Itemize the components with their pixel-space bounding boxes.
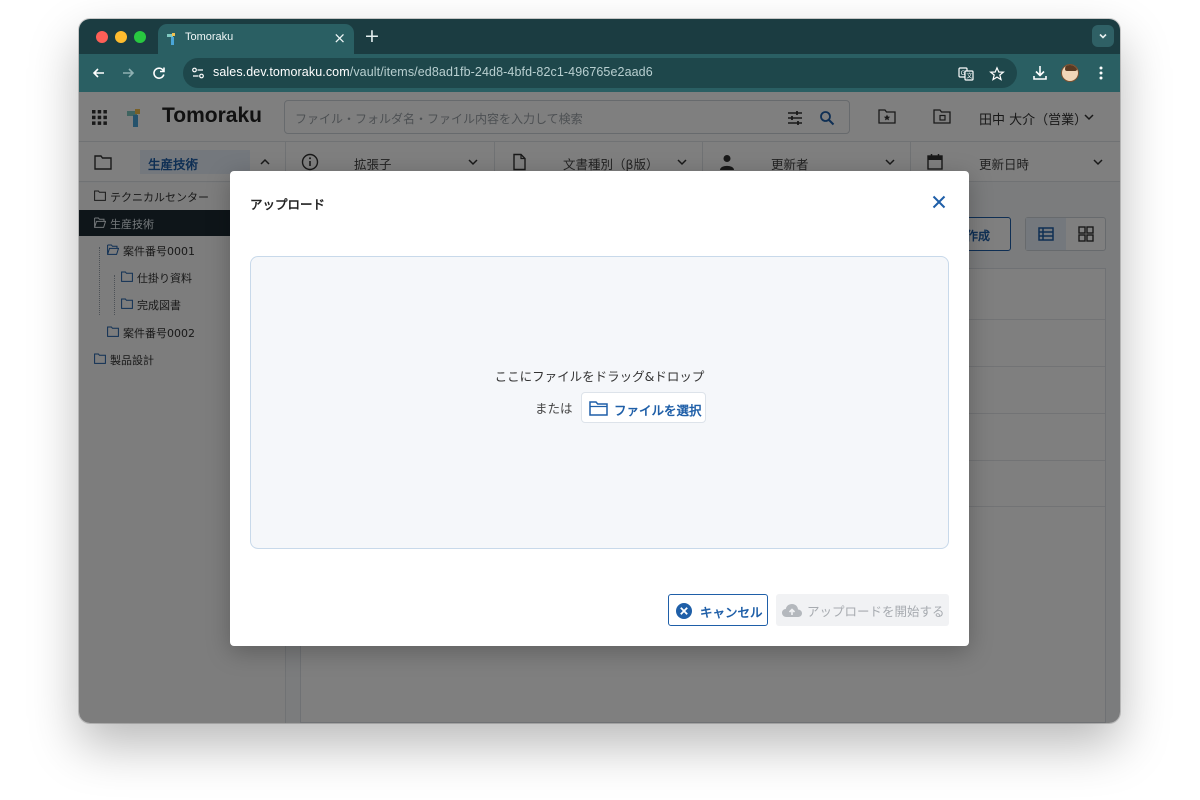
- browser-tab-bar: Tomoraku × +: [79, 19, 1120, 54]
- close-icon[interactable]: [930, 193, 948, 211]
- back-arrow-icon[interactable]: [89, 63, 109, 83]
- folder-icon: [589, 401, 608, 416]
- window-close-button[interactable]: [96, 31, 108, 43]
- window-zoom-button[interactable]: [134, 31, 146, 43]
- tab-title: Tomoraku: [185, 31, 234, 43]
- new-tab-icon[interactable]: +: [364, 25, 380, 47]
- url-text: sales.dev.tomoraku.com/vault/items/ed8ad…: [213, 65, 653, 79]
- cloud-upload-icon: [782, 604, 802, 617]
- tab-search-button[interactable]: [1092, 25, 1114, 47]
- select-file-button[interactable]: ファイルを選択: [581, 392, 706, 423]
- svg-text:文: 文: [966, 72, 972, 80]
- start-upload-button[interactable]: アップロードを開始する: [776, 594, 949, 626]
- drop-instruction: ここにファイルをドラッグ&ドロップ: [494, 369, 705, 384]
- dialog-title: アップロード: [250, 197, 326, 212]
- forward-arrow-icon[interactable]: [118, 63, 138, 83]
- reload-icon[interactable]: [149, 63, 169, 83]
- profile-avatar[interactable]: [1061, 64, 1079, 82]
- site-settings-icon[interactable]: [191, 66, 205, 80]
- bookmark-star-icon[interactable]: [989, 66, 1005, 82]
- translate-icon[interactable]: G 文: [958, 66, 974, 82]
- cancel-circle-icon: [676, 603, 692, 619]
- browser-toolbar: sales.dev.tomoraku.com/vault/items/ed8ad…: [79, 54, 1120, 92]
- tab-close-icon[interactable]: ×: [333, 28, 346, 48]
- file-drop-zone[interactable]: ここにファイルをドラッグ&ドロップ または ファイルを選択: [250, 256, 949, 549]
- or-text: または: [535, 401, 573, 416]
- browser-tab[interactable]: Tomoraku ×: [158, 24, 354, 54]
- window-minimize-button[interactable]: [115, 31, 127, 43]
- address-bar[interactable]: sales.dev.tomoraku.com/vault/items/ed8ad…: [183, 58, 1017, 88]
- more-menu-icon[interactable]: [1092, 64, 1110, 82]
- chevron-down-icon: [1099, 33, 1107, 39]
- download-icon[interactable]: [1031, 64, 1049, 82]
- cancel-button[interactable]: キャンセル: [668, 594, 768, 626]
- upload-dialog: アップロード ここにファイルをドラッグ&ドロップ または ファイルを選択 キャン…: [230, 171, 969, 646]
- tomoraku-favicon-icon: [167, 33, 175, 45]
